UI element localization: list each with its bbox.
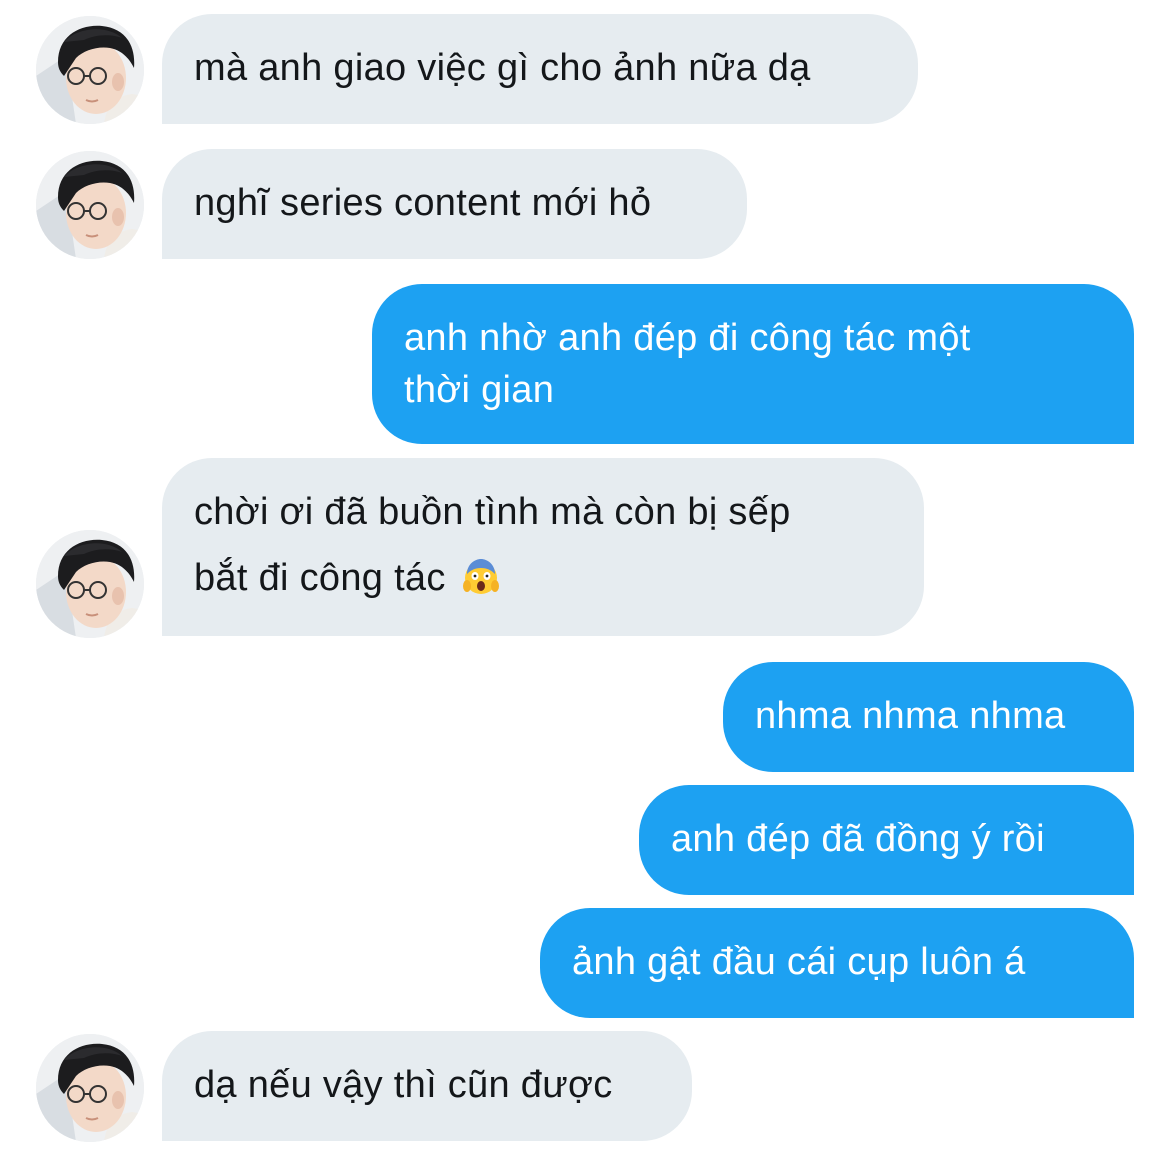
outgoing-message-bubble[interactable]: anh nhờ anh đép đi công tác một thời gia… xyxy=(372,284,1134,444)
message-text-line: chời ơi đã buồn tình mà còn bị sếp xyxy=(194,491,791,533)
message-text-line: thời gian xyxy=(404,369,555,411)
incoming-message-bubble[interactable]: dạ nếu vậy thì cũn được xyxy=(162,1031,692,1141)
message-text: mà anh giao việc gì cho ảnh nữa dạ xyxy=(194,47,811,89)
contact-avatar[interactable] xyxy=(36,151,144,259)
message-text-line: bắt đi công tác xyxy=(194,557,446,599)
contact-avatar[interactable] xyxy=(36,1034,144,1142)
message-text: nghĩ series content mới hỏ xyxy=(194,182,652,224)
outgoing-message-bubble[interactable]: nhma nhma nhma xyxy=(723,662,1134,772)
outgoing-message-bubble[interactable]: anh đép đã đồng ý rồi xyxy=(639,785,1134,895)
message-text: anh đép đã đồng ý rồi xyxy=(671,818,1045,860)
contact-avatar[interactable] xyxy=(36,16,144,124)
screaming-face-emoji xyxy=(462,559,499,594)
message-text: nhma nhma nhma xyxy=(755,695,1066,737)
outgoing-message-bubble[interactable]: ảnh gật đầu cái cụp luôn á xyxy=(540,908,1134,1018)
message-text: ảnh gật đầu cái cụp luôn á xyxy=(572,941,1026,983)
message-text-line: anh nhờ anh đép đi công tác một xyxy=(404,317,971,359)
message-text: dạ nếu vậy thì cũn được xyxy=(194,1064,613,1106)
contact-avatar[interactable] xyxy=(36,530,144,638)
incoming-message-bubble[interactable]: mà anh giao việc gì cho ảnh nữa dạ xyxy=(162,14,918,124)
incoming-message-bubble[interactable]: nghĩ series content mới hỏ xyxy=(162,149,747,259)
incoming-message-bubble[interactable]: chời ơi đã buồn tình mà còn bị sếp bắt đ… xyxy=(162,458,924,636)
